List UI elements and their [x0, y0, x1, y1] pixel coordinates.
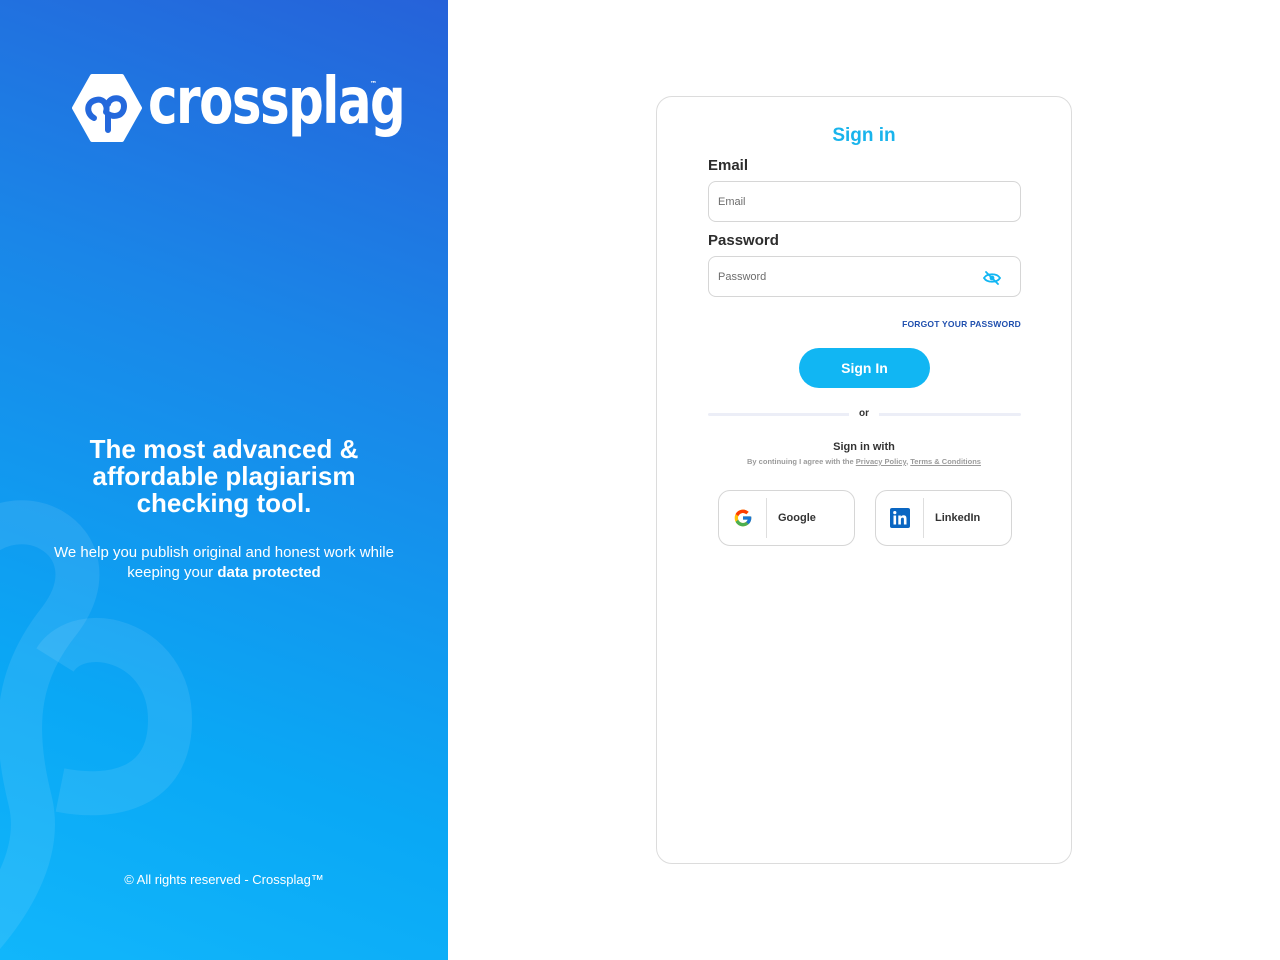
google-icon	[734, 509, 751, 527]
page-title: Sign in	[832, 125, 896, 146]
brand-panel: crossplag ™ The most advanced & affordab…	[0, 0, 448, 960]
privacy-policy-link[interactable]: Privacy Policy	[856, 457, 906, 466]
google-label: Google	[778, 512, 816, 524]
password-input[interactable]	[708, 256, 1021, 297]
linkedin-label: LinkedIn	[935, 512, 981, 524]
copyright: © All rights reserved - Crossplag™	[124, 872, 324, 887]
crossplag-logo-icon	[72, 74, 142, 142]
sign-in-with-label: Sign in with	[833, 441, 895, 453]
password-label: Password	[708, 232, 779, 249]
terms-notice: By continuing I agree with the Privacy P…	[657, 457, 1071, 466]
subline-bold: data protected	[217, 564, 321, 581]
brand-logo: crossplag	[72, 70, 448, 142]
email-input[interactable]	[708, 181, 1021, 222]
linkedin-icon	[889, 508, 910, 528]
signin-card: Sign in Email Password FORGOT YOUR PASSW…	[656, 96, 1072, 864]
sign-in-button[interactable]: Sign In	[799, 348, 930, 388]
terms-link[interactable]: Terms & Conditions	[910, 457, 981, 466]
brand-name: crossplag	[148, 65, 406, 139]
google-signin-button[interactable]: Google	[718, 490, 855, 546]
linkedin-icon-wrap	[876, 498, 924, 538]
linkedin-signin-button[interactable]: LinkedIn	[875, 490, 1012, 546]
email-label: Email	[708, 157, 749, 174]
brand-subline: We help you publish original and honest …	[40, 543, 408, 583]
terms-prefix: By continuing I agree with the	[747, 457, 856, 466]
forgot-password-link[interactable]: FORGOT YOUR PASSWORD	[857, 319, 1021, 329]
google-icon-wrap	[719, 498, 767, 538]
eye-off-icon[interactable]	[983, 271, 1001, 285]
or-separator: or	[849, 408, 879, 419]
trademark-mark: ™	[370, 80, 377, 88]
brand-headline: The most advanced & affordable plagiaris…	[89, 434, 359, 518]
